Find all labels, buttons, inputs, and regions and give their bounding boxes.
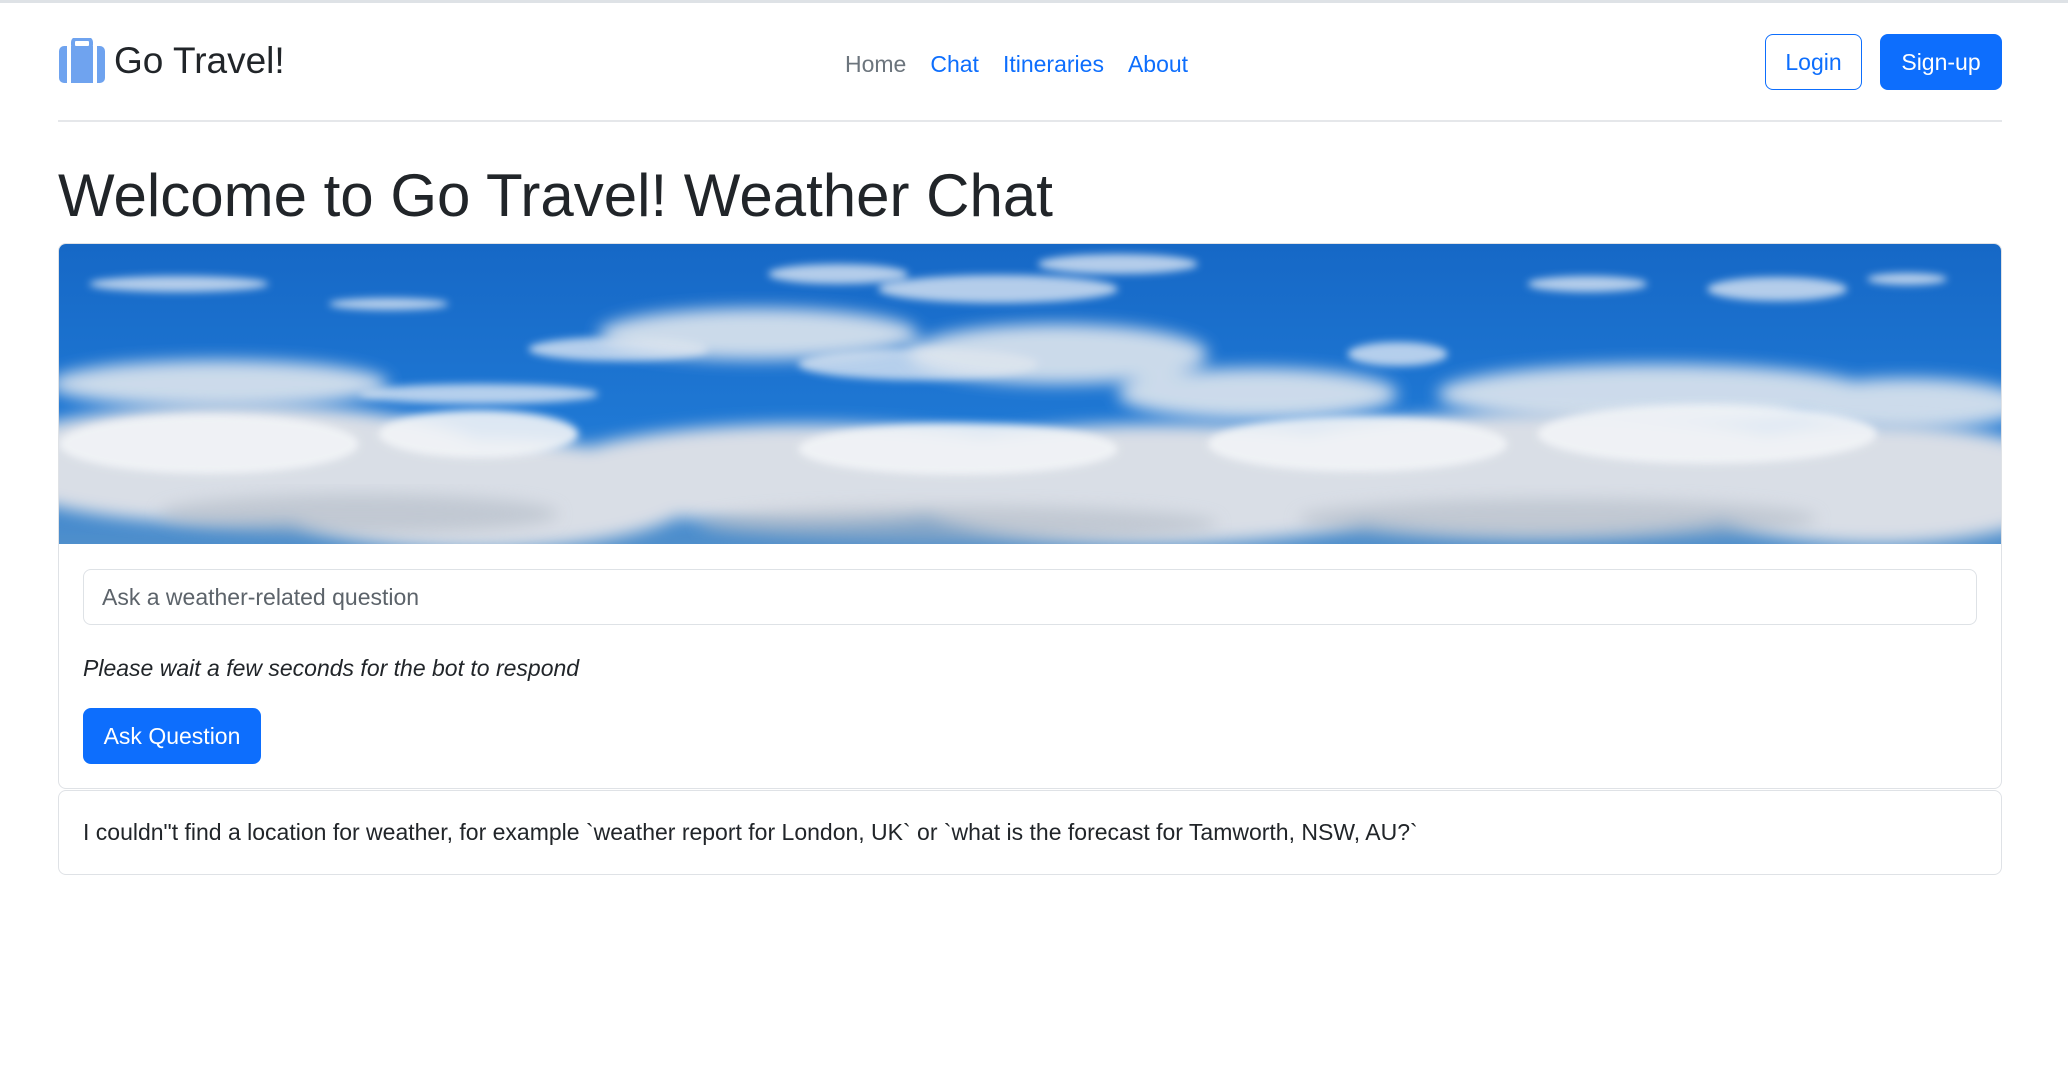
login-button[interactable]: Login: [1765, 34, 1862, 90]
nav-about[interactable]: About: [1116, 44, 1200, 84]
brand-link[interactable]: Go Travel!: [58, 38, 285, 84]
response-card: I couldn"t find a location for weather, …: [58, 790, 2002, 875]
nav-itineraries[interactable]: Itineraries: [991, 44, 1116, 84]
nav-chat[interactable]: Chat: [918, 44, 991, 84]
main-nav: Home Chat Itineraries About: [833, 44, 1200, 84]
brand-name: Go Travel!: [114, 40, 285, 81]
question-input[interactable]: [83, 569, 1977, 625]
page-container: Go Travel! Home Chat Itineraries About L…: [58, 0, 2002, 875]
ask-question-button[interactable]: Ask Question: [83, 708, 261, 764]
page-title: Welcome to Go Travel! Weather Chat: [58, 162, 1053, 229]
nav-home[interactable]: Home: [833, 44, 918, 84]
suitcase-icon: [59, 38, 105, 83]
wait-note: Please wait a few seconds for the bot to…: [83, 655, 580, 681]
bot-response: I couldn"t find a location for weather, …: [83, 819, 1418, 845]
chat-card: Please wait a few seconds for the bot to…: [58, 243, 2002, 789]
signup-button[interactable]: Sign-up: [1880, 34, 2002, 90]
sky-clouds-image: [59, 244, 2001, 544]
site-header: Go Travel! Home Chat Itineraries About L…: [58, 0, 2002, 122]
auth-buttons: Login Sign-up: [1765, 34, 2002, 90]
